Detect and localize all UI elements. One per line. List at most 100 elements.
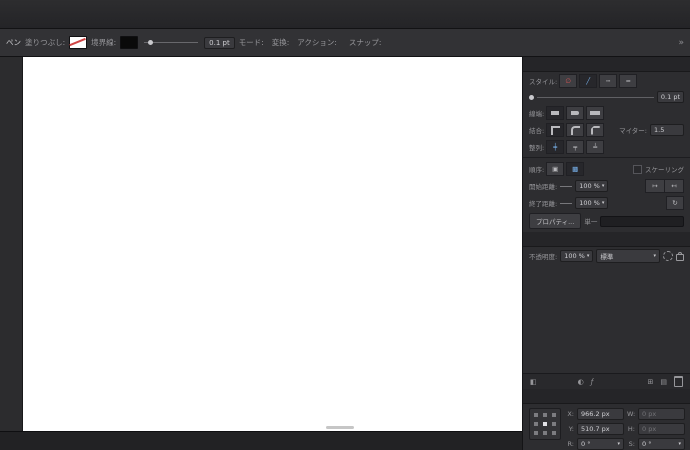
layers-list: [523, 265, 690, 373]
shear-field[interactable]: 0 ° ▾: [638, 438, 685, 450]
h-label: H:: [627, 425, 635, 433]
style-none-button[interactable]: ∅: [559, 74, 578, 88]
style-solid-button[interactable]: ╱: [579, 74, 598, 88]
blend-options-gear-icon[interactable]: [663, 251, 673, 261]
swap-arrowheads-button[interactable]: ↻: [666, 196, 684, 210]
miter-label: マイター:: [619, 127, 647, 135]
transform-panel-tabs: [523, 389, 690, 404]
app-window: ペン 塗りつぶし: 境界線: 0.1 pt モード: 変換: アクション: スナ…: [0, 0, 690, 450]
profile-label: 単一: [584, 218, 598, 226]
delete-layer-icon[interactable]: [674, 376, 683, 387]
zoom-window-button[interactable]: [37, 8, 45, 16]
blend-mode-dropdown[interactable]: 標準 ▾: [596, 249, 660, 263]
align-label: 整列:: [529, 144, 545, 152]
anchor-point-selector[interactable]: [529, 408, 561, 440]
style-texture-button[interactable]: ≈: [619, 74, 638, 88]
y-field[interactable]: 510.7 px: [577, 423, 624, 435]
group-layers-icon[interactable]: ▤: [660, 378, 667, 386]
canvas-hscrollbar-thumb[interactable]: [326, 426, 354, 429]
scale-with-object-checkbox[interactable]: [633, 164, 642, 174]
join-bevel-button[interactable]: [586, 123, 605, 137]
stroke-width-value[interactable]: 0.1 pt: [204, 36, 235, 49]
scaling-label: スケーリング: [645, 166, 684, 174]
opacity-label: 不透明度:: [529, 253, 558, 261]
end-arrowhead-button[interactable]: ↤: [664, 179, 684, 193]
s-label: S:: [628, 440, 635, 448]
stroke-style-row: スタイル: ∅ ╱ ┅ ≈: [523, 72, 690, 89]
y-label: Y:: [568, 425, 574, 433]
stroke-width-slider[interactable]: [144, 39, 199, 45]
stroke-swatch[interactable]: [120, 36, 139, 49]
rotation-field[interactable]: 0 ° ▾: [577, 438, 624, 450]
start-distance-row: 開始距離: 100 % ▾ ↦ ↤: [523, 177, 690, 194]
convert-label: 変換:: [271, 38, 290, 47]
titlebar-toolbar: [55, 0, 690, 28]
x-label: X:: [567, 410, 574, 418]
style-dash-button[interactable]: ┅: [599, 74, 618, 88]
start-label: 開始距離:: [529, 183, 558, 191]
mask-layer-icon[interactable]: ◧: [530, 378, 537, 386]
end-profile-line: [560, 202, 573, 204]
add-layer-icon[interactable]: ⊞: [648, 378, 654, 386]
status-hint-bar: [0, 431, 522, 450]
align-outside-button[interactable]: ╧: [586, 140, 605, 154]
lock-icon[interactable]: [676, 252, 684, 261]
miter-field[interactable]: 1.5: [650, 124, 684, 136]
align-row: 整列: ╪ ╤ ╧: [523, 138, 690, 155]
start-distance-field[interactable]: 100 % ▾: [575, 180, 609, 192]
opacity-field[interactable]: 100 % ▾: [560, 250, 594, 262]
layer-effects-icon[interactable]: ƒ: [591, 378, 593, 386]
stroke-width-row: 0.1 pt: [523, 89, 690, 104]
layers-bottom-bar: ◧ ◐ ƒ ⊞ ▤: [523, 373, 690, 389]
canvas[interactable]: [23, 57, 522, 431]
x-field[interactable]: 966.2 px: [577, 408, 624, 420]
height-field[interactable]: 0 px: [638, 423, 685, 435]
pressure-row: プロパティ... 単一: [523, 211, 690, 232]
style-label: スタイル:: [529, 78, 558, 86]
minimize-button[interactable]: [23, 8, 31, 16]
end-label: 終了距離:: [529, 200, 558, 208]
end-distance-row: 終了距離: 100 % ▾ ↻: [523, 194, 690, 211]
stroke-width-field[interactable]: 0.1 pt: [656, 91, 684, 103]
close-button[interactable]: [9, 8, 17, 16]
width-field[interactable]: 0 px: [638, 408, 685, 420]
order-row: 順序: ▣ ▩ スケーリング: [523, 160, 690, 177]
pressure-profile-well[interactable]: [600, 215, 684, 227]
layers-controls-row: 不透明度: 100 % ▾ 標準 ▾: [523, 247, 690, 265]
context-toolbar: ペン 塗りつぶし: 境界線: 0.1 pt モード: 変換: アクション: スナ…: [0, 29, 690, 57]
action-label: アクション:: [297, 38, 337, 47]
start-arrowhead-button[interactable]: ↦: [645, 179, 665, 193]
align-inside-button[interactable]: ╤: [566, 140, 585, 154]
width-slider-track[interactable]: [537, 96, 654, 98]
properties-button[interactable]: プロパティ...: [529, 213, 582, 229]
join-miter-button[interactable]: [546, 123, 565, 137]
cap-square-button[interactable]: [586, 106, 605, 120]
snap-label: スナップ:: [348, 38, 382, 47]
order-label: 順序:: [529, 166, 545, 174]
start-profile-line: [560, 185, 573, 187]
cap-row: 線端:: [523, 104, 690, 121]
stroke-panel-tabs: [523, 57, 690, 72]
order-behind-button[interactable]: ▩: [566, 162, 585, 176]
cap-butt-button[interactable]: [546, 106, 565, 120]
mode-label: モード:: [238, 38, 264, 47]
toolbar-overflow-chevron[interactable]: »: [678, 38, 684, 48]
titlebar: [0, 0, 690, 29]
order-front-button[interactable]: ▣: [546, 162, 565, 176]
w-label: W:: [627, 410, 636, 418]
width-slider-knob[interactable]: [529, 94, 534, 100]
right-panel: スタイル: ∅ ╱ ┅ ≈ 0.1 pt 線端: 結合: マイター: 1.5 整…: [522, 57, 690, 450]
cap-label: 線端:: [529, 110, 545, 118]
cap-round-button[interactable]: [566, 106, 585, 120]
active-tool-label: ペン: [6, 38, 21, 47]
spiral-drawing: [23, 57, 522, 431]
adjustment-layer-icon[interactable]: ◐: [578, 378, 584, 386]
join-round-button[interactable]: [566, 123, 585, 137]
align-center-button[interactable]: ╪: [546, 140, 565, 154]
transform-body: X: 966.2 px W: 0 px Y: 510.7 px H: 0 px …: [523, 404, 690, 450]
r-label: R:: [567, 440, 574, 448]
layers-panel-tabs: [523, 232, 690, 247]
fill-swatch[interactable]: [69, 36, 88, 49]
join-label: 結合:: [529, 127, 545, 135]
end-distance-field[interactable]: 100 % ▾: [575, 197, 609, 209]
